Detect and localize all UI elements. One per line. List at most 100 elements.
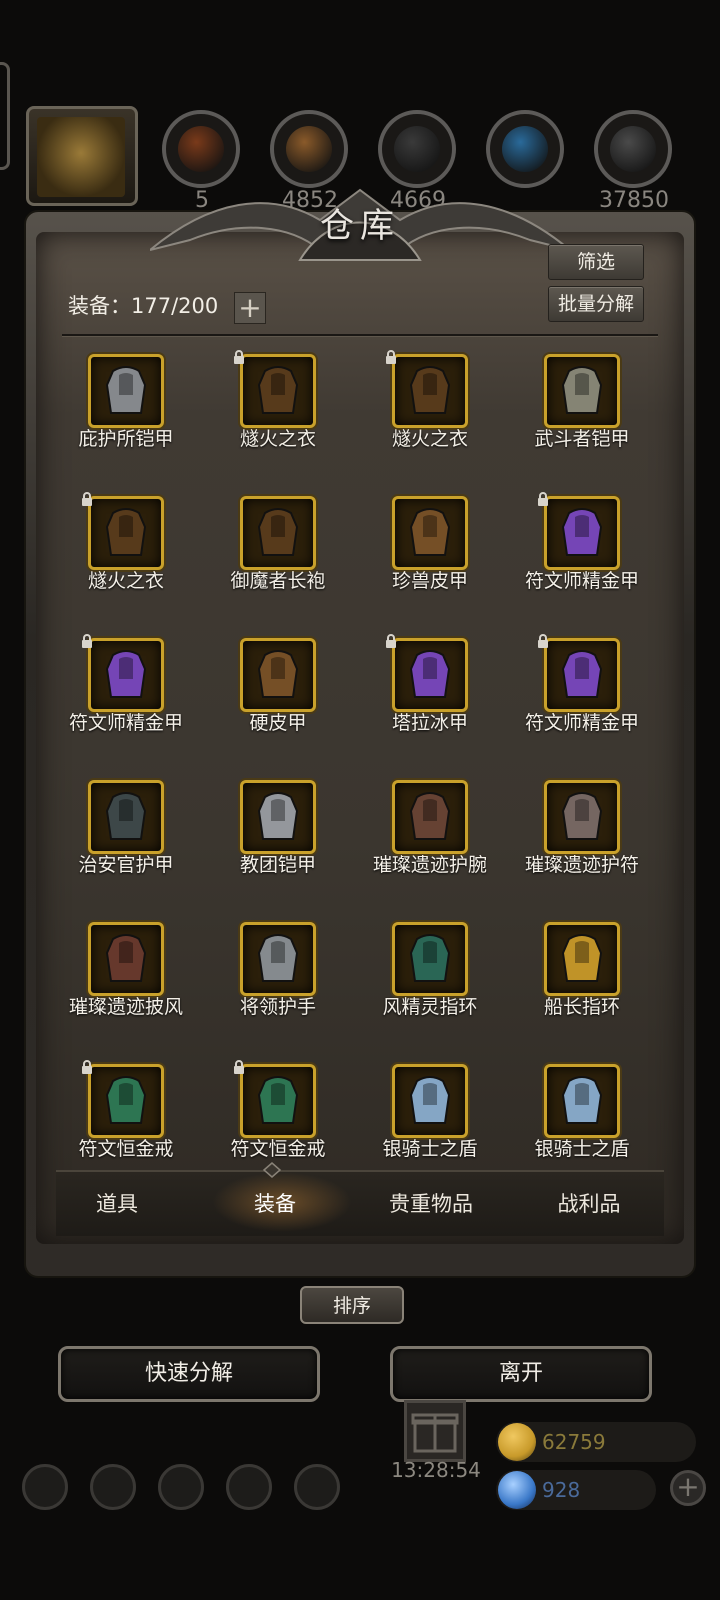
item-slot[interactable] [240, 1064, 316, 1138]
sort-button[interactable]: 排序 [300, 1286, 404, 1324]
item-slot[interactable] [88, 496, 164, 570]
item-cell[interactable]: 璀璨遗迹披风 [50, 918, 202, 1058]
item-cell[interactable]: 治安官护甲 [50, 776, 202, 916]
item-cell[interactable]: 符文师精金甲 [506, 492, 658, 632]
item-name: 璀璨遗迹披风 [68, 996, 183, 1018]
item-cell[interactable]: 燧火之衣 [354, 350, 506, 490]
item-slot[interactable] [240, 922, 316, 996]
resource-fill [394, 126, 440, 172]
item-cell[interactable]: 符文师精金甲 [50, 634, 202, 774]
item-slot[interactable] [240, 496, 316, 570]
item-cell[interactable]: 庇护所铠甲 [50, 350, 202, 490]
hero-avatar [37, 117, 125, 197]
lock-icon [384, 350, 398, 364]
item-slot[interactable] [544, 922, 620, 996]
item-name: 教团铠甲 [239, 854, 316, 876]
item-slot[interactable] [392, 922, 468, 996]
item-cell[interactable]: 将领护手 [202, 918, 354, 1058]
menu-icon-1[interactable] [22, 1464, 68, 1510]
purple-armor-icon [405, 649, 455, 701]
resource-fill [178, 126, 224, 172]
item-cell[interactable]: 符文师精金甲 [506, 634, 658, 774]
item-name: 符文师精金甲 [524, 570, 639, 592]
filter-button[interactable]: 筛选 [548, 244, 644, 280]
menu-icon-5[interactable] [294, 1464, 340, 1510]
gift-box-icon[interactable] [404, 1400, 466, 1462]
hooded-robe-icon [253, 507, 303, 559]
iron-resource-icon [378, 110, 456, 188]
lock-icon [232, 350, 246, 364]
leave-button[interactable]: 离开 [390, 1346, 652, 1402]
item-slot[interactable] [88, 1064, 164, 1138]
item-name: 符文恒金戒 [230, 1138, 326, 1160]
item-cell[interactable]: 银骑士之盾 [506, 1060, 658, 1165]
resource-fill [286, 126, 332, 172]
gem-amount: 928 [542, 1478, 581, 1502]
leather-armor-icon [405, 507, 455, 559]
item-slot[interactable] [544, 1064, 620, 1138]
tab-1[interactable]: 装备 [200, 1188, 350, 1218]
item-cell[interactable]: 燧火之衣 [50, 492, 202, 632]
side-handle[interactable] [0, 62, 10, 170]
item-cell[interactable]: 符文恒金戒 [50, 1060, 202, 1165]
tab-3[interactable]: 战利品 [514, 1188, 664, 1218]
quick-decompose-button[interactable]: 快速分解 [58, 1346, 320, 1402]
gauntlet-icon [253, 933, 303, 985]
batch-decompose-button[interactable]: 批量分解 [548, 286, 644, 322]
item-cell[interactable]: 船长指环 [506, 918, 658, 1058]
hooded-robe-icon [405, 365, 455, 417]
item-grid[interactable]: 庇护所铠甲 燧火之衣 燧火之衣 武斗者铠甲 燧火之衣 御魔者长袍 珍兽皮甲 符文师精金甲 符文师… [50, 350, 670, 1165]
item-slot[interactable] [88, 638, 164, 712]
item-cell[interactable]: 璀璨遗迹护腕 [354, 776, 506, 916]
item-cell[interactable]: 符文恒金戒 [202, 1060, 354, 1165]
wood-resource-icon [270, 110, 348, 188]
item-cell[interactable]: 风精灵指环 [354, 918, 506, 1058]
menu-icon-2[interactable] [90, 1464, 136, 1510]
purple-armor-icon [557, 507, 607, 559]
item-slot[interactable] [240, 354, 316, 428]
cloak-icon [101, 933, 151, 985]
item-slot[interactable] [392, 1064, 468, 1138]
item-cell[interactable]: 璀璨遗迹护符 [506, 776, 658, 916]
item-slot[interactable] [392, 496, 468, 570]
item-cell[interactable]: 银骑士之盾 [354, 1060, 506, 1165]
hooded-robe-icon [253, 365, 303, 417]
chest-armor-icon [557, 365, 607, 417]
item-slot[interactable] [544, 354, 620, 428]
item-cell[interactable]: 武斗者铠甲 [506, 350, 658, 490]
hero-portrait[interactable] [26, 106, 138, 206]
green-ring-icon [101, 1075, 151, 1127]
item-slot[interactable] [240, 780, 316, 854]
plate-armor-icon [101, 365, 151, 417]
item-cell[interactable]: 珍兽皮甲 [354, 492, 506, 632]
expand-capacity-button[interactable]: + [234, 292, 266, 324]
item-slot[interactable] [544, 780, 620, 854]
gold-icon [498, 1423, 536, 1461]
item-cell[interactable]: 御魔者长袍 [202, 492, 354, 632]
item-slot[interactable] [392, 780, 468, 854]
item-slot[interactable] [544, 638, 620, 712]
menu-icon-4[interactable] [226, 1464, 272, 1510]
header-divider [62, 334, 658, 336]
hooded-robe-icon [101, 507, 151, 559]
item-slot[interactable] [392, 354, 468, 428]
item-cell[interactable]: 塔拉冰甲 [354, 634, 506, 774]
menu-icon-3[interactable] [158, 1464, 204, 1510]
tab-2[interactable]: 贵重物品 [356, 1188, 506, 1218]
tab-0[interactable]: 道具 [42, 1188, 192, 1218]
green-ring-icon [253, 1075, 303, 1127]
item-slot[interactable] [88, 922, 164, 996]
item-cell[interactable]: 硬皮甲 [202, 634, 354, 774]
lock-icon [536, 633, 550, 648]
add-gems-button[interactable]: + [670, 1470, 706, 1506]
item-name: 治安官护甲 [78, 854, 174, 876]
item-slot[interactable] [544, 496, 620, 570]
item-name: 风精灵指环 [382, 996, 478, 1018]
item-slot[interactable] [88, 354, 164, 428]
item-slot[interactable] [392, 638, 468, 712]
item-slot[interactable] [240, 638, 316, 712]
item-cell[interactable]: 燧火之衣 [202, 350, 354, 490]
item-name: 珍兽皮甲 [391, 570, 468, 592]
item-cell[interactable]: 教团铠甲 [202, 776, 354, 916]
item-slot[interactable] [88, 780, 164, 854]
